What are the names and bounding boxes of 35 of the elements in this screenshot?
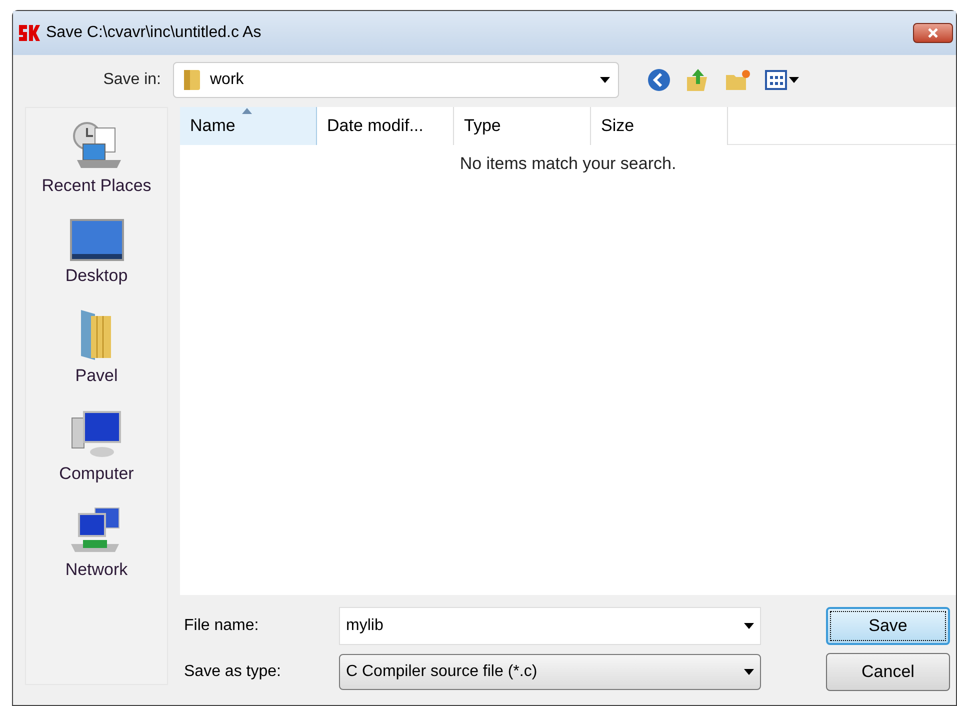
column-header[interactable]: Date modif...	[317, 107, 454, 145]
save-in-dropdown[interactable]: work	[173, 62, 619, 98]
sort-arrow-icon	[242, 108, 252, 114]
file-name-value: mylib	[346, 616, 384, 636]
dropdown-arrow-icon	[744, 669, 754, 675]
desktop-icon	[68, 218, 124, 262]
file-name-label: File name:	[183, 616, 260, 636]
views-menu-button[interactable]	[765, 70, 799, 90]
window-title: Save C:\cvavr\inc\untitled.c As	[46, 23, 262, 43]
view-grid-icon	[765, 70, 787, 90]
places-item[interactable]: Computer	[59, 408, 134, 484]
cancel-button[interactable]: Cancel	[826, 653, 950, 691]
file-name-field[interactable]: mylib	[339, 607, 761, 645]
places-item[interactable]: Pavel	[75, 308, 118, 386]
save-as-type-label: Save as type:	[183, 662, 282, 682]
save-in-value: work	[210, 70, 245, 90]
empty-message: No items match your search.	[458, 153, 678, 175]
save-as-type-value: C Compiler source file (*.c)	[346, 662, 538, 682]
save-button[interactable]: Save	[826, 607, 950, 645]
save-as-type-dropdown[interactable]: C Compiler source file (*.c)	[339, 654, 761, 690]
places-item[interactable]: Recent Places	[42, 120, 152, 196]
save-in-label: Save in:	[102, 70, 162, 90]
close-icon	[927, 28, 939, 38]
dropdown-arrow-icon	[744, 623, 754, 629]
column-header[interactable]: Name	[180, 107, 317, 145]
column-header[interactable]: Type	[454, 107, 591, 145]
column-header[interactable]: Size	[591, 107, 728, 145]
folder-icon	[182, 68, 202, 92]
places-item[interactable]: Network	[65, 506, 128, 580]
close-button[interactable]	[913, 23, 953, 43]
places-item[interactable]: Desktop	[65, 218, 128, 286]
back-icon[interactable]	[647, 68, 671, 92]
app-logo-icon	[18, 23, 40, 43]
dropdown-arrow-icon	[789, 77, 799, 83]
dropdown-arrow-icon	[600, 77, 610, 83]
